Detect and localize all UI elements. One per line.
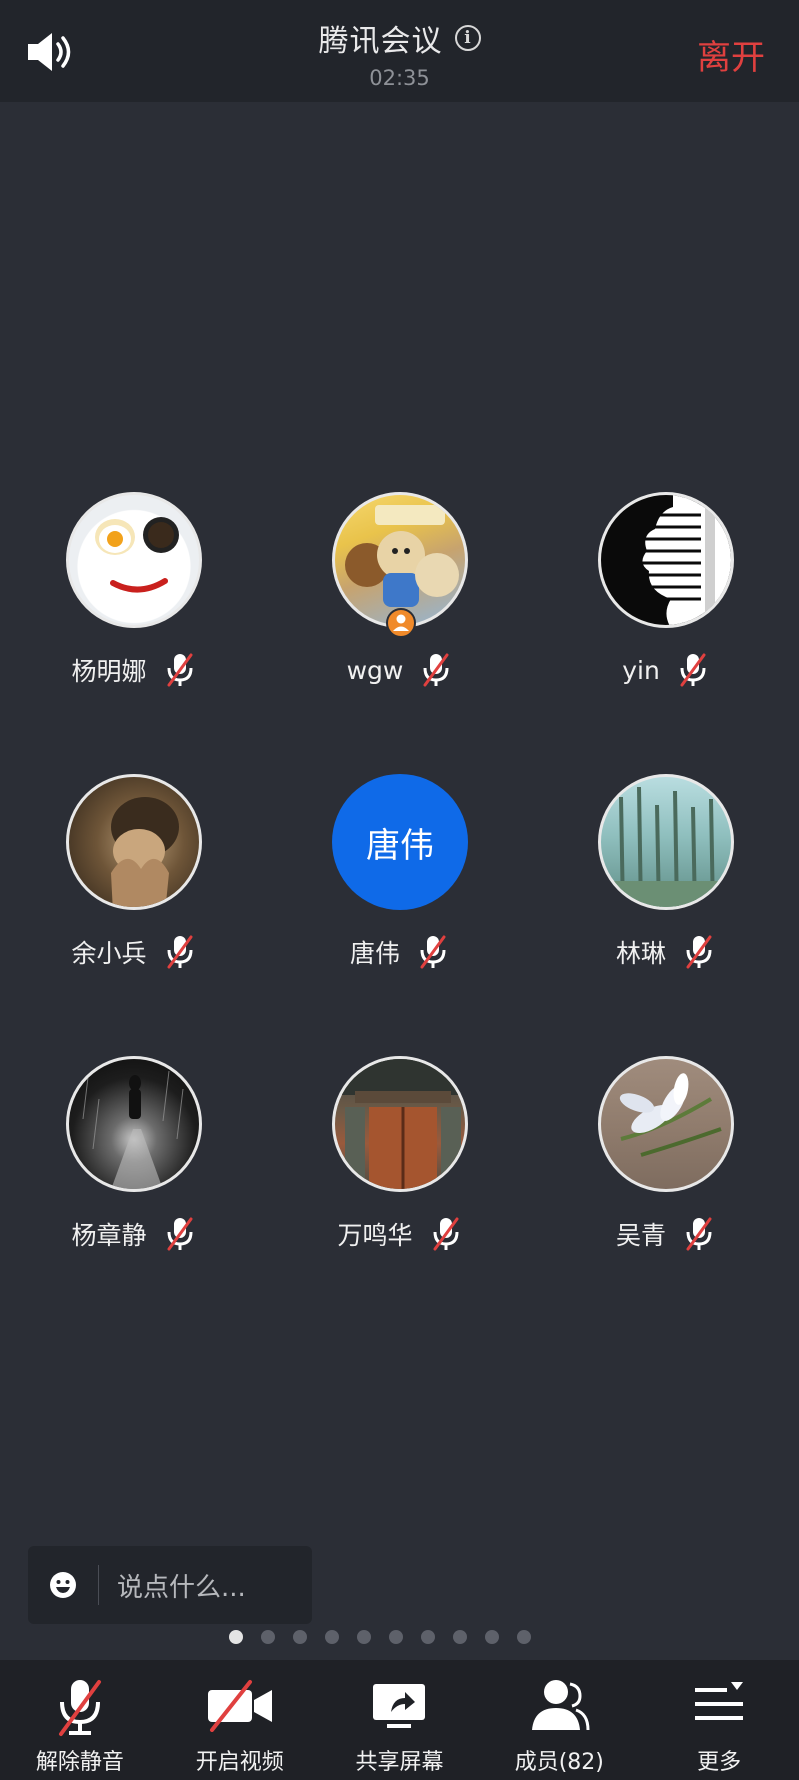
participant-name: 吴青 — [615, 1221, 666, 1250]
page-dot[interactable] — [420, 1630, 435, 1644]
page-dot[interactable] — [228, 1630, 243, 1644]
participant-name-row: yin — [532, 652, 798, 688]
share-screen-button[interactable]: 共享屏幕 — [320, 1660, 480, 1780]
page-dot[interactable] — [452, 1630, 467, 1644]
participant-name-row: 杨明娜 — [0, 652, 266, 688]
page-dot[interactable] — [516, 1630, 531, 1644]
avatar — [332, 1056, 468, 1192]
avatar — [66, 492, 202, 628]
mic-muted-icon — [167, 1217, 192, 1251]
members-label: 成员(82) — [514, 1750, 604, 1775]
mic-muted-icon — [680, 653, 706, 687]
unmute-button[interactable]: 解除静音 — [0, 1660, 160, 1780]
video-off-icon — [207, 1680, 272, 1732]
page-dot[interactable] — [292, 1630, 307, 1644]
host-badge-icon — [386, 608, 416, 638]
leave-button[interactable]: 离开 — [697, 30, 765, 79]
mic-muted-icon — [167, 935, 192, 969]
participant-tile[interactable]: 余小兵 — [0, 774, 266, 1014]
participant-name: 杨章静 — [71, 1221, 147, 1250]
participant-tile[interactable]: 唐伟 唐伟 — [266, 774, 532, 1014]
page-dot[interactable] — [388, 1630, 403, 1644]
mic-muted-icon — [433, 1217, 458, 1251]
avatar — [598, 492, 734, 628]
meeting-screen: 腾讯会议 i 02:35 离开 杨明娜 wgw yin 余小兵 唐伟 唐伟 林琳… — [0, 0, 799, 1780]
more-menu-icon — [695, 1682, 744, 1720]
participant-name-row: 林琳 — [532, 934, 798, 970]
participant-tile[interactable]: 吴青 — [532, 1056, 798, 1296]
bottom-toolbar: 解除静音 开启视频 共享屏幕 成员(82) 更多 — [0, 1660, 799, 1780]
start-video-button[interactable]: 开启视频 — [160, 1660, 320, 1780]
meeting-title-area: 腾讯会议 i 02:35 — [0, 16, 799, 90]
participant-name-row: wgw — [266, 652, 532, 688]
participant-name: yin — [622, 655, 660, 685]
participant-tile[interactable]: wgw — [266, 492, 532, 732]
participant-tile[interactable]: 林琳 — [532, 774, 798, 1014]
participant-name-row: 吴青 — [532, 1216, 798, 1252]
participant-name: 万鸣华 — [337, 1221, 413, 1250]
members-icon — [532, 1680, 590, 1731]
members-button[interactable]: 成员(82) — [479, 1660, 639, 1780]
avatar — [66, 1056, 202, 1192]
page-dot[interactable] — [484, 1630, 499, 1644]
avatar — [66, 774, 202, 910]
chat-divider — [98, 1565, 99, 1605]
participant-tile[interactable]: yin — [532, 492, 798, 732]
emoji-icon[interactable] — [48, 1570, 78, 1600]
info-icon[interactable]: i — [454, 25, 481, 51]
mic-muted-icon — [686, 935, 712, 969]
mic-muted-icon — [58, 1680, 101, 1736]
chat-input[interactable]: 说点什么... — [28, 1546, 312, 1624]
participant-name-row: 余小兵 — [0, 934, 266, 970]
participant-tile[interactable]: 万鸣华 — [266, 1056, 532, 1296]
page-indicator — [0, 1630, 799, 1644]
participant-name-row: 万鸣华 — [266, 1216, 532, 1252]
participant-tile[interactable]: 杨明娜 — [0, 492, 266, 732]
avatar-initials: 唐伟 — [332, 774, 468, 910]
chat-placeholder: 说点什么... — [117, 1572, 246, 1603]
mic-muted-icon — [420, 935, 446, 969]
participant-name: 余小兵 — [71, 939, 147, 968]
start-video-label: 开启视频 — [195, 1750, 284, 1775]
avatar — [598, 774, 734, 910]
participant-name-row: 杨章静 — [0, 1216, 266, 1252]
more-label: 更多 — [697, 1750, 742, 1775]
avatar — [598, 1056, 734, 1192]
page-dot[interactable] — [260, 1630, 275, 1644]
participant-name: 林琳 — [615, 939, 666, 968]
more-button[interactable]: 更多 — [639, 1660, 799, 1780]
share-screen-icon — [373, 1684, 426, 1728]
top-bar: 腾讯会议 i 02:35 离开 — [0, 0, 799, 102]
mic-muted-icon — [167, 653, 192, 687]
page-dot[interactable] — [324, 1630, 339, 1644]
share-screen-label: 共享屏幕 — [355, 1750, 444, 1775]
participant-tile[interactable]: 杨章静 — [0, 1056, 266, 1296]
unmute-label: 解除静音 — [35, 1750, 124, 1775]
participant-name: 唐伟 — [349, 939, 400, 968]
mic-muted-icon — [423, 653, 449, 687]
mic-muted-icon — [686, 1217, 712, 1251]
participant-name: wgw — [346, 655, 404, 685]
page-dot[interactable] — [356, 1630, 371, 1644]
participant-name: 杨明娜 — [71, 657, 147, 686]
meeting-title: 腾讯会议 — [318, 24, 443, 59]
participant-name-row: 唐伟 — [266, 934, 532, 970]
meeting-timer: 02:35 — [369, 66, 430, 90]
